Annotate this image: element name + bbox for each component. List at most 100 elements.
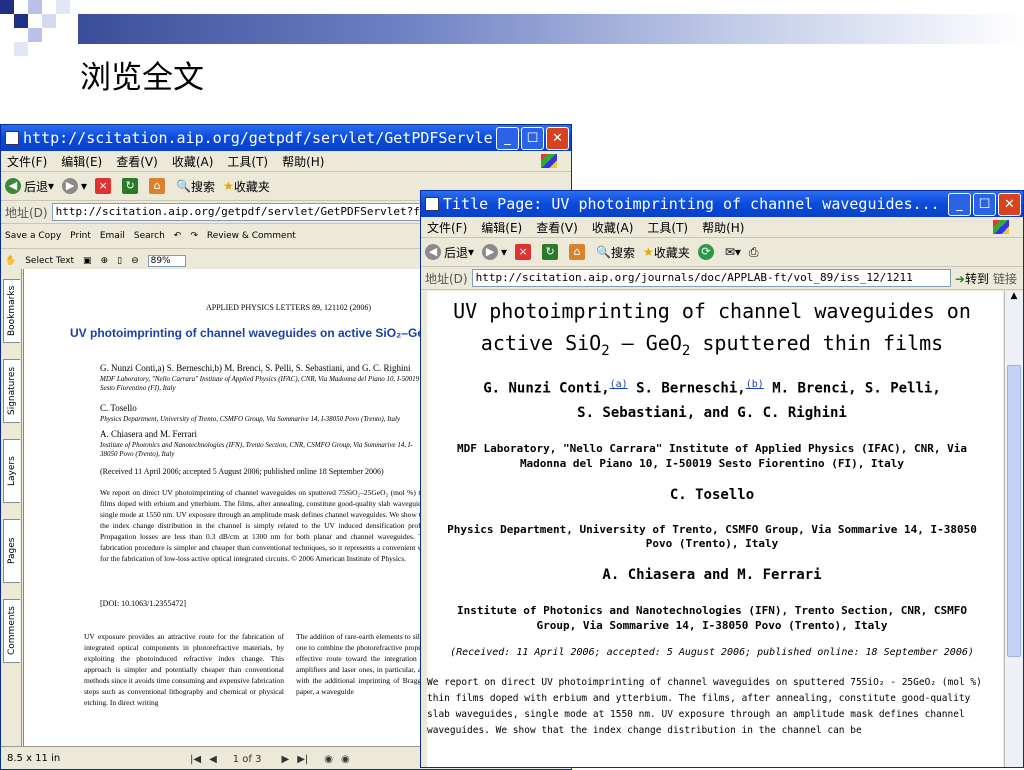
back-button[interactable]: ◀ 后退 ▾ xyxy=(425,244,474,261)
title-page-window[interactable]: Title Page: UV photoimprinting of channe… xyxy=(420,190,1024,768)
zoom-level[interactable]: 89% xyxy=(147,255,186,267)
star-icon: ★ xyxy=(223,179,234,193)
vertical-scrollbar[interactable]: ▲ xyxy=(1004,291,1023,767)
last-page-icon[interactable]: ▶| xyxy=(297,754,308,765)
html-affiliation-2: Physics Department, University of Trento… xyxy=(447,523,977,550)
author-2: C. Tosello xyxy=(100,403,137,413)
home-button[interactable]: ⌂ xyxy=(149,178,168,194)
maximize-button[interactable]: ☐ xyxy=(973,192,996,216)
review-comment-button[interactable]: Review & Comment xyxy=(207,231,296,241)
prev-page-icon[interactable]: ◀ xyxy=(209,754,217,765)
menu-bar: 文件(F) 编辑(E) 查看(V) 收藏(A) 工具(T) 帮助(H) xyxy=(421,217,1023,238)
tab-bookmarks[interactable]: Bookmarks xyxy=(3,279,20,343)
first-page-icon[interactable]: |◀ xyxy=(190,754,201,765)
received-dates: (Received 11 April 2006; accepted 5 Augu… xyxy=(100,467,384,476)
maximize-button[interactable]: ☐ xyxy=(521,126,544,150)
footnote-link-a[interactable]: (a) xyxy=(610,379,628,390)
minimize-button[interactable]: _ xyxy=(948,192,971,216)
window-titlebar[interactable]: Title Page: UV photoimprinting of channe… xyxy=(421,191,1023,217)
print-button[interactable]: ⎙ xyxy=(749,245,759,260)
title-page-content[interactable]: UV photoimprinting of channel waveguides… xyxy=(427,291,1003,767)
select-text-button[interactable]: Select Text xyxy=(25,256,74,266)
forward-button[interactable]: ▶ ▾ xyxy=(62,178,87,194)
tab-signatures[interactable]: Signatures xyxy=(3,359,20,423)
save-copy-button[interactable]: Save a Copy xyxy=(5,231,61,241)
refresh-button[interactable]: ↻ xyxy=(122,178,141,194)
window-title: Title Page: UV photoimprinting of channe… xyxy=(443,195,940,213)
paper-doi: [DOI: 10.1063/1.2355472] xyxy=(100,599,186,608)
tab-comments[interactable]: Comments xyxy=(3,599,20,663)
page-icon[interactable]: ▯ xyxy=(117,256,122,266)
menu-favorites[interactable]: 收藏(A) xyxy=(172,153,214,170)
menu-edit[interactable]: 编辑(E) xyxy=(481,219,522,236)
print-button[interactable]: Print xyxy=(70,231,91,241)
go-arrow-icon: ➜ xyxy=(954,271,965,286)
forward-button[interactable]: ▶ ▾ xyxy=(482,244,507,260)
links-button[interactable]: 链接 xyxy=(993,270,1017,287)
next-page-icon[interactable]: ▶ xyxy=(282,754,290,765)
scroll-up-icon[interactable]: ▲ xyxy=(1005,291,1023,305)
stop-button[interactable]: × xyxy=(95,178,114,194)
star-icon: ★ xyxy=(643,245,654,259)
redo-icon[interactable]: ↷ xyxy=(190,231,198,241)
menu-edit[interactable]: 编辑(E) xyxy=(61,153,102,170)
stop-icon: × xyxy=(95,178,112,194)
menu-view[interactable]: 查看(V) xyxy=(536,219,578,236)
html-author-3: A. Chiasera and M. Ferrari xyxy=(602,567,822,583)
slide-header-bar xyxy=(78,14,1024,44)
html-abstract: We report on direct UV photoimprinting o… xyxy=(427,677,982,736)
home-icon: ⌂ xyxy=(569,244,586,260)
search-button[interactable]: 🔍 搜索 xyxy=(596,244,635,261)
menu-help[interactable]: 帮助(H) xyxy=(702,219,744,236)
zoom-in-icon[interactable]: ⊕ xyxy=(101,256,109,266)
zoom-out-icon[interactable]: ⊖ xyxy=(131,256,139,266)
window-titlebar[interactable]: http://scitation.aip.org/getpdf/servlet/… xyxy=(1,125,571,151)
menu-tools[interactable]: 工具(T) xyxy=(227,153,268,170)
menu-view[interactable]: 查看(V) xyxy=(116,153,158,170)
stop-button[interactable]: × xyxy=(515,244,534,260)
menu-file[interactable]: 文件(F) xyxy=(7,153,47,170)
browser-toolbar: ◀ 后退 ▾ ▶ ▾ × ↻ ⌂ 🔍 搜索 ★ 收藏夹 ⟳ ✉ ▾ ⎙ xyxy=(421,238,1023,267)
reader-search-button[interactable]: Search xyxy=(134,231,165,241)
search-button[interactable]: 🔍 搜索 xyxy=(176,178,215,195)
email-button[interactable]: Email xyxy=(100,231,125,241)
undo-icon[interactable]: ↶ xyxy=(174,231,182,241)
home-button[interactable]: ⌂ xyxy=(569,244,588,260)
scroll-thumb[interactable] xyxy=(1007,365,1021,657)
menu-tools[interactable]: 工具(T) xyxy=(647,219,688,236)
back-view-icon[interactable]: ◉ xyxy=(324,754,333,765)
mail-button[interactable]: ✉ ▾ xyxy=(725,245,741,259)
favorites-button[interactable]: ★ 收藏夹 xyxy=(643,244,690,261)
tab-layers[interactable]: Layers xyxy=(3,439,20,503)
affiliation-3: Institute of Photonics and Nanotechnolog… xyxy=(100,441,413,458)
address-bar: 地址(D) http://scitation.aip.org/journals/… xyxy=(421,267,1023,290)
refresh-button[interactable]: ↻ xyxy=(542,244,561,260)
body-column-1: UV exposure provides an attractive route… xyxy=(84,632,284,707)
address-input[interactable]: http://scitation.aip.org/journals/doc/AP… xyxy=(471,269,951,287)
html-authors-line-1: G. Nunzi Conti,(a) S. Berneschi,(b) M. B… xyxy=(483,379,941,397)
search-icon: 🔍 xyxy=(596,245,612,259)
stop-icon: × xyxy=(515,244,532,260)
minimize-button[interactable]: _ xyxy=(496,126,519,150)
footnote-link-b[interactable]: (b) xyxy=(746,379,764,390)
reader-side-tabs: Bookmarks Signatures Layers Pages Commen… xyxy=(1,269,22,747)
snapshot-icon[interactable]: ▣ xyxy=(83,256,92,266)
menu-file[interactable]: 文件(F) xyxy=(427,219,467,236)
page-navigation-bar: |◀ ◀ 1 of 3 ▶ ▶| ◉ ◉ xyxy=(190,750,350,768)
menu-help[interactable]: 帮助(H) xyxy=(282,153,324,170)
history-button[interactable]: ⟳ xyxy=(697,244,717,260)
tab-pages[interactable]: Pages xyxy=(3,519,20,583)
html-affiliation-3: Institute of Photonics and Nanotechnolog… xyxy=(457,604,967,632)
page-counter[interactable]: 1 of 3 xyxy=(233,754,262,765)
ie-page-icon xyxy=(5,131,19,145)
forward-view-icon[interactable]: ◉ xyxy=(341,754,350,765)
favorites-button[interactable]: ★ 收藏夹 xyxy=(223,178,270,195)
close-button[interactable]: ✕ xyxy=(546,126,569,150)
history-icon: ⟳ xyxy=(697,244,714,260)
back-button[interactable]: ◀ 后退 ▾ xyxy=(5,178,54,195)
go-button[interactable]: ➜转到 xyxy=(955,270,989,287)
close-button[interactable]: ✕ xyxy=(998,192,1021,216)
forward-arrow-icon: ▶ xyxy=(482,244,499,260)
menu-favorites[interactable]: 收藏(A) xyxy=(592,219,634,236)
hand-tool-icon[interactable]: ✋ xyxy=(5,256,16,266)
